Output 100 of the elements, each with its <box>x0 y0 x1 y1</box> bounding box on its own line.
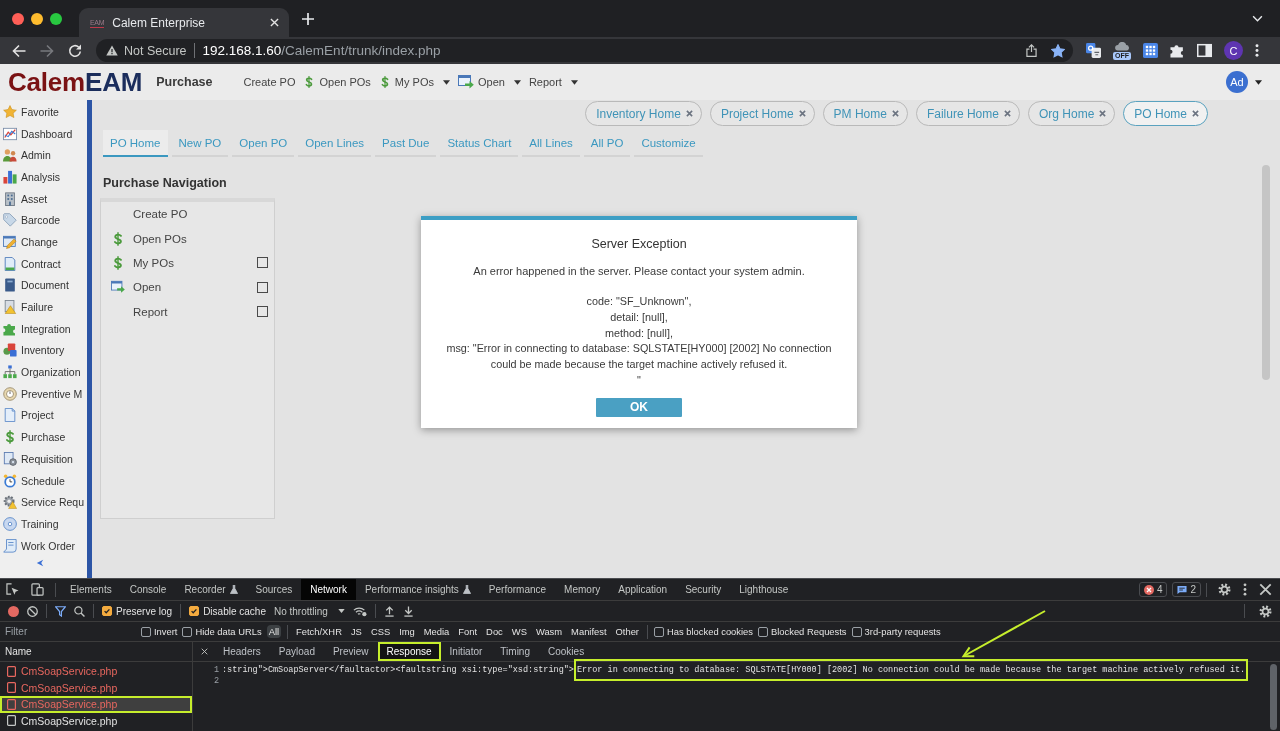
prohibited-icon[interactable] <box>27 605 38 617</box>
option-label[interactable]: Disable cache <box>203 605 266 617</box>
navigation-link[interactable]: Create PO <box>101 207 188 222</box>
checkbox[interactable] <box>758 626 768 637</box>
sidebar-item[interactable]: Preventive M <box>0 382 87 405</box>
back-icon[interactable] <box>12 43 26 58</box>
type-filter[interactable]: JS <box>348 625 364 638</box>
checkbox[interactable] <box>141 626 151 637</box>
settings-icon[interactable] <box>1259 604 1272 618</box>
grid-icon[interactable] <box>1143 43 1158 58</box>
throttling-dropdown[interactable]: No throttling <box>273 605 345 617</box>
navigation-link[interactable]: Open POs <box>101 231 187 246</box>
message-counter[interactable]: 2 <box>1172 582 1201 597</box>
maximize-window-icon[interactable] <box>50 12 62 25</box>
sidebar-item[interactable]: Admin <box>0 144 87 167</box>
new-tab-icon[interactable] <box>302 12 314 25</box>
scrollbar[interactable] <box>1270 664 1277 730</box>
minimize-window-icon[interactable] <box>31 12 43 25</box>
checkbox[interactable] <box>257 257 268 269</box>
sidebar-item[interactable]: Document <box>0 274 87 297</box>
more-icon[interactable] <box>1243 583 1247 596</box>
sidebar-item[interactable]: Contract <box>0 252 87 275</box>
profile-avatar[interactable]: C <box>1224 41 1243 60</box>
option-label[interactable]: Blocked Requests <box>771 626 847 637</box>
option-label[interactable]: Hide data URLs <box>195 626 262 637</box>
sidebar-item[interactable]: Asset <box>0 187 87 210</box>
request-row[interactable]: CmSoapService.php <box>0 679 192 696</box>
option-label[interactable]: 3rd-party requests <box>864 626 941 637</box>
type-filter[interactable]: Wasm <box>533 625 565 638</box>
close-icon[interactable] <box>1259 583 1272 596</box>
close-window-icon[interactable] <box>12 12 24 25</box>
type-filter[interactable]: Font <box>456 625 480 638</box>
devtools-tab[interactable]: Lighthouse <box>730 579 798 600</box>
devtools-tab[interactable]: Application <box>609 579 677 600</box>
type-filter[interactable]: WS <box>509 625 529 638</box>
sidebar-item[interactable]: Favorite <box>0 101 87 123</box>
checkbox[interactable] <box>182 626 193 637</box>
upload-icon[interactable] <box>383 605 395 617</box>
menu-item[interactable]: Create PO <box>243 71 296 93</box>
checkbox[interactable] <box>851 626 862 637</box>
devtools-tab[interactable]: Memory <box>555 579 610 600</box>
navigation-link[interactable]: Open <box>101 280 162 295</box>
settings-icon[interactable] <box>1218 583 1231 596</box>
sidebar-item[interactable]: Analysis <box>0 166 87 188</box>
detail-tab[interactable]: Preview <box>323 642 378 661</box>
search-icon[interactable] <box>74 605 85 617</box>
checkbox[interactable] <box>257 281 268 293</box>
devtools-tab[interactable]: Network <box>301 579 356 600</box>
reload-icon[interactable] <box>68 43 82 58</box>
sidebar-item[interactable]: Service Requ <box>0 491 87 514</box>
star-icon[interactable] <box>1051 43 1065 58</box>
record-icon[interactable] <box>8 605 19 617</box>
type-filter[interactable]: Media <box>421 625 452 638</box>
checkbox[interactable] <box>189 606 200 616</box>
share-icon[interactable] <box>1026 44 1037 57</box>
sidebar-item[interactable]: Requisition <box>0 448 87 470</box>
type-filter[interactable]: Other <box>613 625 641 638</box>
sidebar-item[interactable]: Dashboard <box>0 122 87 145</box>
cloud-icon[interactable] <box>1114 41 1130 51</box>
sidebar-item[interactable]: Failure <box>0 296 87 318</box>
download-icon[interactable] <box>402 605 414 617</box>
menu-item[interactable]: Open POs <box>303 71 371 93</box>
devtools-tab[interactable]: Sources <box>246 579 302 600</box>
detail-tab[interactable]: Payload <box>269 642 324 661</box>
more-icon[interactable] <box>1255 44 1259 57</box>
sidebar-icon[interactable] <box>1197 43 1212 58</box>
error-counter[interactable]: 4 <box>1138 582 1168 597</box>
devtools-tab[interactable]: Performance <box>479 579 556 600</box>
devtools-tab[interactable]: Performance insights <box>355 579 480 600</box>
column-header[interactable]: Name <box>0 642 193 661</box>
address-bar[interactable]: Not Secure 192.168.1.60/CalemEnt/trunk/index.php <box>96 39 1073 62</box>
navigation-link[interactable]: My POs <box>101 255 174 270</box>
detail-tab[interactable]: Initiator <box>440 642 492 661</box>
sidebar-item[interactable]: Change <box>0 231 87 253</box>
devtools-tab[interactable]: Elements <box>61 579 121 600</box>
security-indicator[interactable]: Not Secure <box>106 43 187 58</box>
menu-item[interactable]: Open <box>457 71 521 93</box>
option-label[interactable]: Invert <box>154 626 178 637</box>
type-filter[interactable]: CSS <box>368 625 393 638</box>
user-avatar[interactable]: Ad <box>1226 71 1248 93</box>
detail-tab[interactable]: Headers <box>214 642 270 661</box>
sidebar-item[interactable]: Training <box>0 513 87 535</box>
sidebar-item[interactable]: Inventory <box>0 339 87 362</box>
cursor-icon[interactable] <box>6 583 19 596</box>
type-filter[interactable]: Manifest <box>569 625 609 638</box>
sidebar-item[interactable]: Schedule <box>0 469 87 492</box>
menu-item[interactable]: My POs <box>378 71 450 93</box>
devtools-tab[interactable]: Recorder <box>175 579 247 600</box>
chevron-down-icon[interactable] <box>1252 15 1263 22</box>
sidebar-item[interactable]: Purchase <box>0 426 87 448</box>
overlapping-cards-icon[interactable] <box>1086 43 1101 58</box>
collapse-icon[interactable] <box>36 559 44 568</box>
devtools-tab[interactable]: Security <box>676 579 731 600</box>
funnel-icon[interactable] <box>55 605 66 617</box>
checkbox[interactable] <box>257 306 268 318</box>
devtools-tab[interactable]: Console <box>120 579 176 600</box>
navigation-link[interactable]: Report <box>101 304 168 319</box>
sidebar-item[interactable]: Work Order <box>0 534 87 557</box>
request-row[interactable]: CmSoapService.php <box>0 663 192 680</box>
checkbox[interactable] <box>102 606 112 616</box>
